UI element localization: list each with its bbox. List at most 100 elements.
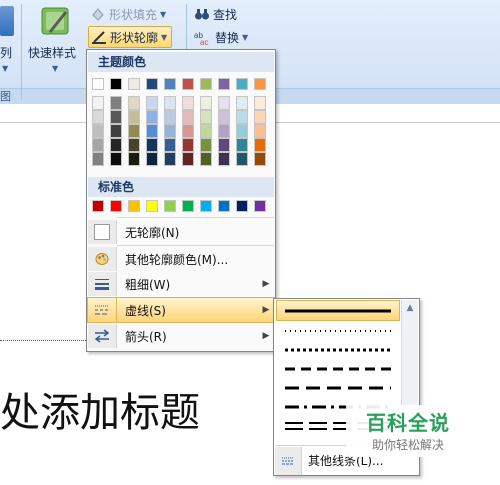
theme-color-swatch[interactable] [200, 78, 212, 90]
dash-option-long-dash[interactable] [277, 378, 399, 397]
watermark-subtitle: 助你轻松解决 [372, 438, 445, 452]
theme-tint-swatch[interactable] [92, 124, 104, 138]
theme-color-swatch[interactable] [146, 78, 158, 90]
theme-tint-swatch[interactable] [182, 110, 194, 124]
theme-tint-swatch[interactable] [218, 110, 230, 124]
theme-tint-swatch[interactable] [110, 124, 122, 138]
shape-outline-button[interactable]: 形状轮廓 ▼ [88, 26, 173, 48]
theme-color-swatch[interactable] [182, 78, 194, 90]
theme-tint-swatch[interactable] [182, 138, 194, 152]
theme-tint-swatch[interactable] [110, 110, 122, 124]
standard-color-swatch[interactable] [146, 200, 158, 212]
theme-tint-swatch[interactable] [200, 96, 212, 110]
theme-tint-swatch[interactable] [182, 96, 194, 110]
theme-tint-swatch[interactable] [182, 124, 194, 138]
theme-tint-swatch[interactable] [110, 96, 122, 110]
theme-tint-swatch[interactable] [254, 96, 266, 110]
theme-tint-swatch[interactable] [92, 138, 104, 152]
replace-label: 替换 [215, 30, 240, 45]
theme-tint-swatch[interactable] [128, 138, 140, 152]
standard-color-swatch[interactable] [218, 200, 230, 212]
dash-option-round-dot[interactable] [277, 321, 399, 340]
theme-tint-swatch[interactable] [146, 152, 158, 166]
theme-tint-swatch[interactable] [164, 96, 176, 110]
quick-styles-button[interactable]: 快速样式 ▼ [26, 4, 84, 82]
theme-tint-swatch[interactable] [218, 124, 230, 138]
standard-color-swatch[interactable] [254, 200, 266, 212]
menu-item-label: 无轮廓(N) [125, 225, 180, 240]
arrange-icon[interactable] [0, 6, 14, 36]
standard-color-swatch[interactable] [182, 200, 194, 212]
theme-tint-swatch[interactable] [218, 152, 230, 166]
standard-color-swatch[interactable] [164, 200, 176, 212]
theme-tint-swatch[interactable] [200, 152, 212, 166]
dash-option-solid[interactable] [276, 300, 400, 321]
arrows-item[interactable]: 箭头(R) ▶ [88, 324, 274, 348]
theme-tint-swatch[interactable] [146, 110, 158, 124]
square-dot-line-icon [285, 348, 391, 351]
no-outline-swatch-icon [94, 224, 110, 240]
title-placeholder[interactable]: 处添加标题 [0, 380, 200, 438]
standard-color-swatch[interactable] [110, 200, 122, 212]
chevron-down-icon: ▼ [161, 32, 168, 42]
theme-tint-swatch[interactable] [236, 96, 248, 110]
theme-tint-swatch[interactable] [92, 110, 104, 124]
scroll-up-icon[interactable]: ▲ [402, 300, 418, 313]
theme-tint-swatch[interactable] [146, 96, 158, 110]
theme-tint-swatch[interactable] [110, 138, 122, 152]
theme-tint-swatch[interactable] [110, 152, 122, 166]
find-label: 查找 [213, 7, 238, 22]
theme-tint-swatch[interactable] [164, 110, 176, 124]
dash-style-item[interactable]: 虚线(S) ▶ [87, 297, 275, 323]
theme-tint-swatch[interactable] [92, 152, 104, 166]
shape-fill-button[interactable]: 形状填充 ▼ [90, 4, 166, 24]
ribbon-separator [21, 4, 22, 100]
theme-tint-swatch[interactable] [146, 124, 158, 138]
dash-option-dash[interactable] [277, 359, 399, 378]
find-button[interactable]: 查找 [194, 4, 237, 24]
theme-tint-swatch[interactable] [200, 110, 212, 124]
theme-color-swatch[interactable] [236, 78, 248, 90]
theme-color-swatch[interactable] [92, 78, 104, 90]
theme-color-swatch[interactable] [128, 78, 140, 90]
theme-tint-swatch[interactable] [254, 110, 266, 124]
more-outline-colors-item[interactable]: 其他轮廓颜色(M)... [88, 247, 274, 271]
theme-tint-swatch[interactable] [236, 110, 248, 124]
theme-tint-swatch[interactable] [236, 138, 248, 152]
standard-colors-heading: 标准色 [88, 177, 274, 197]
theme-tint-swatch[interactable] [128, 110, 140, 124]
theme-tint-swatch[interactable] [128, 152, 140, 166]
theme-tint-swatch[interactable] [164, 138, 176, 152]
theme-tint-swatch[interactable] [164, 152, 176, 166]
theme-color-swatch[interactable] [164, 78, 176, 90]
standard-color-swatch[interactable] [200, 200, 212, 212]
arrange-button-label[interactable]: 系列 [0, 44, 12, 61]
theme-tint-swatch[interactable] [254, 152, 266, 166]
theme-tint-swatch[interactable] [218, 96, 230, 110]
theme-tint-swatch[interactable] [236, 152, 248, 166]
standard-color-swatch[interactable] [128, 200, 140, 212]
theme-color-swatch[interactable] [218, 78, 230, 90]
theme-color-swatch[interactable] [254, 78, 266, 90]
theme-tint-swatch[interactable] [182, 152, 194, 166]
theme-tint-swatch[interactable] [254, 124, 266, 138]
theme-tint-swatch[interactable] [128, 96, 140, 110]
theme-tint-swatch[interactable] [236, 124, 248, 138]
dash-option-square-dot[interactable] [277, 340, 399, 359]
theme-tint-swatch[interactable] [146, 138, 158, 152]
standard-color-swatch[interactable] [92, 200, 104, 212]
binoculars-icon [195, 9, 209, 20]
theme-tint-swatch[interactable] [92, 96, 104, 110]
theme-tint-swatch[interactable] [200, 124, 212, 138]
theme-tint-swatch[interactable] [254, 138, 266, 152]
theme-tint-swatch[interactable] [200, 138, 212, 152]
replace-button[interactable]: ab ac 替换 ▼ [194, 27, 248, 47]
theme-color-swatch[interactable] [110, 78, 122, 90]
no-outline-item[interactable]: 无轮廓(N) [88, 220, 274, 244]
theme-tint-swatch[interactable] [164, 124, 176, 138]
theme-tint-swatch[interactable] [218, 138, 230, 152]
menu-divider [117, 217, 274, 218]
weight-item[interactable]: 粗细(W) ▶ [88, 272, 274, 296]
standard-color-swatch[interactable] [236, 200, 248, 212]
theme-tint-swatch[interactable] [128, 124, 140, 138]
